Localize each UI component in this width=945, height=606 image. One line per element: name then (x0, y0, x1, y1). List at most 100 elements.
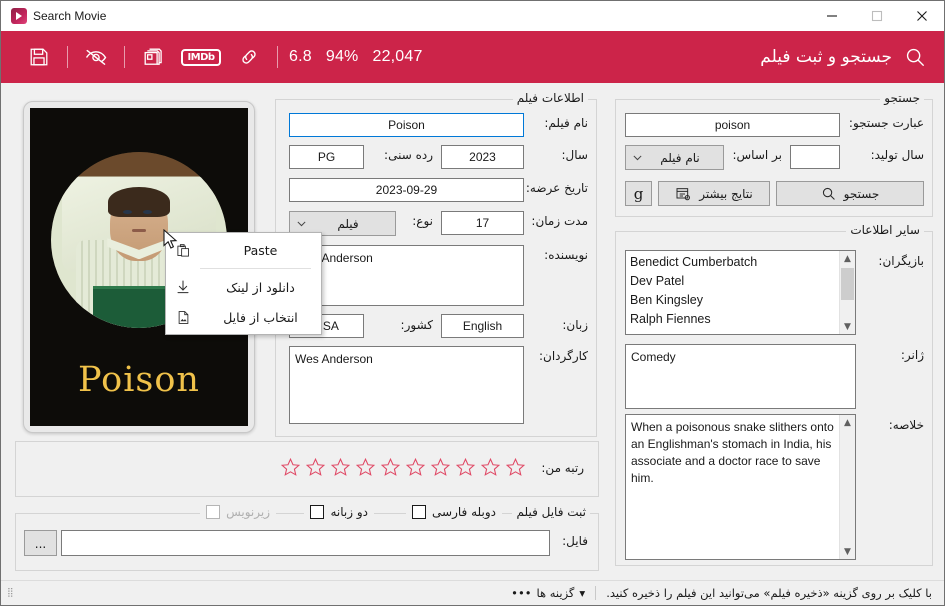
search-basis-value: نام فیلم (660, 150, 700, 165)
star-icon[interactable] (380, 457, 401, 477)
list-item[interactable]: Dev Patel (630, 272, 839, 291)
film-type-value: فیلم (337, 216, 359, 231)
search-query-input[interactable]: poison (625, 113, 840, 137)
scroll-down-icon[interactable]: ▼ (840, 544, 855, 559)
film-name-input[interactable]: Poison (289, 113, 524, 137)
film-info-group: اطلاعات فیلم نام فیلم: Poison سال: 2023 … (275, 91, 597, 437)
summary-box[interactable]: When a poisonous snake slithers onto an … (625, 414, 856, 560)
actors-scrollbar[interactable]: ▲ ▼ (839, 251, 855, 334)
image-file-icon (172, 310, 194, 325)
list-item[interactable]: Benedict Cumberbatch (630, 253, 839, 272)
writer-label: نویسنده: (544, 248, 588, 262)
dubbed-checkbox-wrap[interactable]: دوبله فارسی (406, 505, 502, 519)
search-movie-window: Search Movie جستجو و ثبت فیلم IMDb 6.8 9… (0, 0, 945, 606)
list-item[interactable]: Ralph Fiennes (630, 310, 839, 329)
star-icon[interactable] (430, 457, 451, 477)
search-button[interactable]: جستجو (776, 181, 924, 206)
context-menu-item-download-link[interactable]: دانلود از لینک (166, 272, 321, 302)
status-message: با کلیک بر روی گزینه «ذخیره فیلم» می‌توا… (606, 586, 932, 600)
star-icon[interactable] (505, 457, 526, 477)
dubbed-checkbox[interactable] (412, 505, 427, 519)
scrollbar-thumb[interactable] (841, 268, 854, 300)
writer-input[interactable]: Wes Anderson (289, 245, 524, 306)
vote-count: 22,047 (372, 48, 423, 65)
maximize-button[interactable] (854, 1, 899, 31)
status-options-label: گزینه ها (536, 586, 575, 600)
google-search-button[interactable]: g (625, 181, 652, 206)
chevron-down-icon (633, 155, 642, 161)
language-label: زبان: (562, 318, 588, 332)
maximize-icon (871, 10, 882, 22)
subtitle-checkbox-wrap[interactable]: زیرنویس (200, 505, 276, 519)
search-basis-select[interactable]: نام فیلم (625, 145, 724, 170)
star-icon[interactable] (480, 457, 501, 477)
posters-button[interactable] (136, 42, 170, 72)
search-icon (822, 187, 835, 200)
bilingual-checkbox-wrap[interactable]: دو زبانه (304, 505, 374, 519)
scroll-up-icon[interactable]: ▲ (840, 251, 855, 266)
imdb-button[interactable]: IMDb (181, 42, 221, 72)
context-menu-item-choose-file[interactable]: انتخاب از فایل (166, 302, 321, 332)
search-query-label: عبارت جستجو: (848, 116, 924, 130)
scroll-up-icon[interactable]: ▲ (840, 415, 855, 430)
toolbar-search-button[interactable] (898, 40, 932, 74)
star-icon[interactable] (330, 457, 351, 477)
resize-grip-icon[interactable]: ⣿ (7, 588, 15, 598)
scroll-down-icon[interactable]: ▼ (840, 319, 855, 334)
browse-file-button[interactable]: ... (24, 530, 57, 556)
save-button[interactable] (22, 42, 56, 72)
app-play-badge-icon (11, 8, 27, 24)
close-button[interactable] (899, 1, 944, 31)
actors-listbox[interactable]: Benedict Cumberbatch Dev Patel Ben Kings… (625, 250, 856, 335)
more-results-label: نتایج بیشتر (699, 186, 753, 201)
window-controls (809, 1, 944, 31)
file-path-input[interactable] (61, 530, 550, 556)
release-date-input[interactable]: 2023-09-29 (289, 178, 524, 202)
age-rating-input[interactable]: PG (289, 145, 364, 169)
star-icon[interactable] (405, 457, 426, 477)
google-button-label: g (633, 184, 644, 203)
hide-button[interactable] (79, 42, 113, 72)
link-button[interactable] (232, 42, 266, 72)
toolbar-heading: جستجو و ثبت فیلم (760, 47, 892, 67)
browse-button-label: ... (34, 537, 47, 551)
search-basis-label: بر اساس: (732, 148, 782, 162)
status-options-caret: ▾ (579, 586, 586, 600)
context-menu-item-paste[interactable]: Paste (166, 235, 321, 265)
dubbed-label: دوبله فارسی (432, 505, 496, 519)
my-rating-stars[interactable] (280, 457, 526, 477)
duration-label: مدت زمان: (531, 214, 588, 228)
director-input[interactable]: Wes Anderson (289, 346, 524, 424)
search-year-input[interactable] (790, 145, 840, 169)
choose-file-label: انتخاب از فایل (223, 309, 298, 325)
star-icon[interactable] (280, 457, 301, 477)
status-options-button[interactable]: ▾ گزینه ها ••• (511, 586, 585, 600)
duration-input[interactable]: 17 (441, 211, 524, 235)
file-label: فایل: (562, 534, 588, 548)
imdb-rating: 6.8 (289, 48, 312, 65)
summary-label: خلاصه: (888, 418, 924, 432)
language-input[interactable]: English (441, 314, 524, 338)
save-icon (30, 48, 48, 66)
star-icon[interactable] (355, 457, 376, 477)
summary-input[interactable]: When a poisonous snake slithers onto an … (626, 415, 839, 559)
my-rating-group: رتبه من: (15, 441, 599, 497)
actors-label: بازیگران: (878, 254, 924, 268)
bilingual-checkbox[interactable] (310, 505, 325, 519)
director-label: کارگردان: (538, 349, 588, 363)
film-name-label: نام فیلم: (544, 116, 588, 130)
bilingual-label: دو زبانه (330, 505, 368, 519)
poster-context-menu[interactable]: Paste دانلود از لینک انتخاب از فایل (165, 232, 322, 335)
star-icon[interactable] (305, 457, 326, 477)
tomato-percent: 94% (325, 48, 359, 65)
minimize-button[interactable] (809, 1, 854, 31)
list-item[interactable]: Ben Kingsley (630, 291, 839, 310)
film-year-input[interactable]: 2023 (441, 145, 524, 169)
star-icon[interactable] (455, 457, 476, 477)
more-results-button[interactable]: نتایج بیشتر (658, 181, 770, 206)
search-legend: جستجو (880, 91, 924, 105)
subtitle-checkbox[interactable] (206, 505, 221, 519)
genre-input[interactable]: Comedy (625, 344, 856, 409)
cards-icon (144, 48, 162, 65)
summary-scrollbar[interactable]: ▲ ▼ (839, 415, 855, 559)
